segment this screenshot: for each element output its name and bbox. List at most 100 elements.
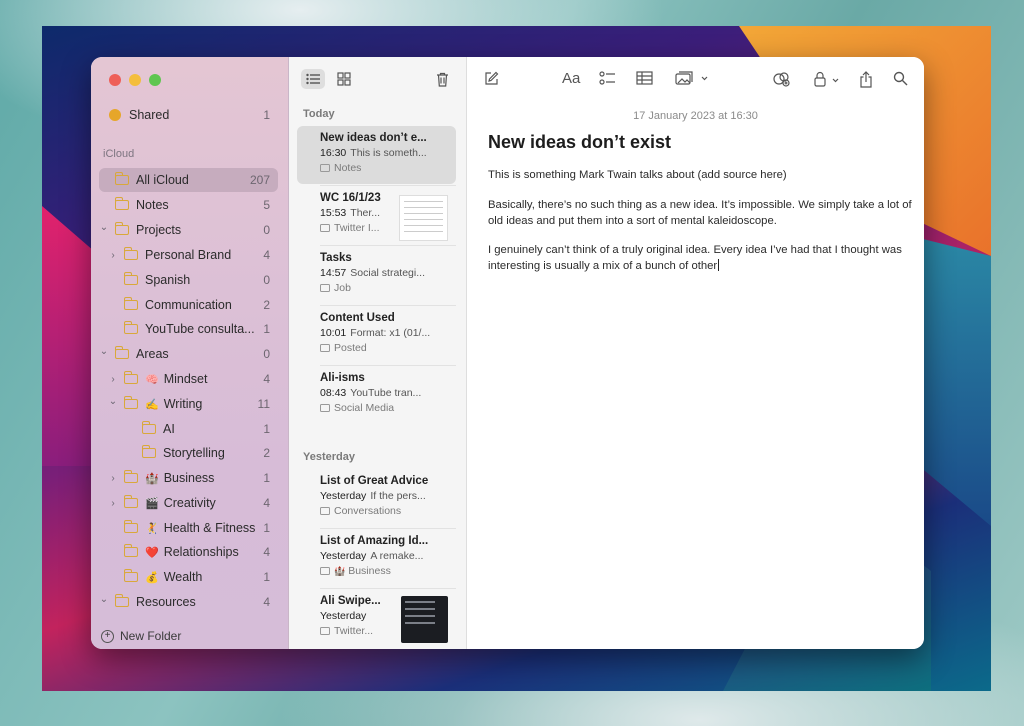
sidebar-item-personal-brand[interactable]: › Personal Brand 4 [99,243,278,267]
zoom-button[interactable] [149,74,161,86]
shared-icon [109,109,121,121]
media-button[interactable] [675,71,709,89]
note-item-time: Yesterday [320,550,367,562]
sidebar-item-health-fitness[interactable]: 🤾 Health & Fitness 1 [99,516,278,540]
folder-emoji-icon: 💰 [145,571,159,584]
note-item-subtitle: 16:30 This is someth... [320,147,456,159]
sidebar-item-projects[interactable]: ⌄ Projects 0 [99,218,278,242]
note-item-subtitle: Yesterday A remake... [320,550,456,562]
note-item-title: New ideas don’t e... [320,132,427,144]
new-folder-button[interactable]: + New Folder [101,629,181,643]
note-item-title: List of Amazing Id... [320,535,429,547]
format-button[interactable]: Aa [562,70,580,87]
sidebar-item-ai[interactable]: AI 1 [99,417,278,441]
note-item-folder-name: Twitter I... [334,222,380,234]
note-list-item[interactable]: Ali-isms 08:43 YouTube tran... Social Media [297,366,456,424]
note-item-title: Content Used [320,312,395,324]
table-button[interactable] [636,71,653,88]
note-title[interactable]: New ideas don’t exist [488,132,671,153]
sidebar-item-notes[interactable]: Notes 5 [99,193,278,217]
sidebar-item-label: Relationships [163,545,239,559]
share-icon [860,71,872,88]
sidebar-item-count: 1 [263,108,270,122]
sidebar-item-count: 4 [263,248,270,262]
note-item-time: Yesterday [320,610,367,622]
note-item-subtitle: 10:01 Format: x1 (01/... [320,327,456,339]
sidebar-item-label: Writing [163,397,203,411]
sidebar-item-label: Mindset [163,372,208,386]
note-item-folder-name: Twitter... [334,625,374,637]
note-item-snippet: If the pers... [370,490,426,502]
note-item-time: Yesterday [320,490,367,502]
gallery-view-button[interactable] [332,69,356,89]
sidebar-item-relationships[interactable]: ❤️ Relationships 4 [99,540,278,564]
checklist-icon [599,71,615,85]
chevron-down-icon[interactable]: ⌄ [108,396,118,407]
sidebar-item-business[interactable]: › 🏰 Business 1 [99,466,278,490]
sidebar-item-communication[interactable]: Communication 2 [99,293,278,317]
sidebar-item-count: 11 [257,397,270,411]
sidebar-item-youtube-consulta[interactable]: YouTube consulta... 1 [99,317,278,341]
collaborate-button[interactable] [773,71,791,90]
note-item-folder: Job [320,282,456,294]
sidebar-item-shared[interactable]: Shared 1 [99,103,278,127]
note-item-subtitle: 14:57 Social strategi... [320,267,456,279]
lock-button[interactable] [813,71,843,90]
note-paragraph-1[interactable]: This is something Mark Twain talks about… [488,167,913,183]
folder-emoji-icon: 🧠 [145,373,159,386]
note-list-item[interactable]: WC 16/1/23 15:53 Ther... Twitter I... [297,186,456,244]
note-paragraph-2[interactable]: Basically, there’s no such thing as a ne… [488,197,913,229]
notes-list: Today Yesterday New ideas don’t e... 16:3… [289,57,467,649]
chevron-down-icon[interactable]: ⌄ [99,222,109,233]
sidebar-item-all-icloud[interactable]: All iCloud 207 [99,168,278,192]
folder-icon [320,507,330,515]
sidebar-item-count: 4 [263,545,270,559]
search-button[interactable] [893,71,908,89]
note-item-time: 16:30 [320,147,347,159]
chevron-right-icon[interactable]: › [108,473,118,484]
checklist-button[interactable] [599,71,616,89]
sidebar-item-count: 0 [263,273,270,287]
note-list-item[interactable]: Ali Swipe... Yesterday Twitter... [297,589,456,647]
sidebar-item-spanish[interactable]: Spanish 0 [99,268,278,292]
list-view-button[interactable] [301,69,325,89]
sidebar-item-wealth[interactable]: 💰 Wealth 1 [99,565,278,589]
sidebar-item-mindset[interactable]: › 🧠 Mindset 4 [99,367,278,391]
minimize-button[interactable] [129,74,141,86]
note-thumbnail [401,596,448,643]
sidebar-item-creativity[interactable]: › 🎬 Creativity 4 [99,491,278,515]
sidebar-item-writing[interactable]: ⌄ ✍️ Writing 11 [99,392,278,416]
sidebar: Shared 1 iCloud All iCloud 207 Notes 5 ⌄ Proj… [91,57,289,649]
chevron-right-icon[interactable]: › [108,250,118,261]
sidebar-item-areas[interactable]: ⌄ Areas 0 [99,342,278,366]
sidebar-item-resources[interactable]: ⌄ Resources 4 [99,590,278,614]
close-button[interactable] [109,74,121,86]
note-item-folder: Twitter I... [320,222,395,234]
note-list-item[interactable]: List of Great Advice Yesterday If the pers… [297,469,456,527]
chevron-down-icon[interactable]: ⌄ [99,594,109,605]
sidebar-item-label: Resources [136,595,196,609]
sidebar-item-label: AI [163,422,175,436]
note-list-item[interactable]: Tasks 14:57 Social strategi... Job [297,246,456,304]
photo-chevron-icon [675,71,708,85]
note-list-item[interactable]: Content Used 10:01 Format: x1 (01/... Poste… [297,306,456,364]
folder-icon [123,297,138,310]
chevron-right-icon[interactable]: › [108,498,118,509]
note-paragraph-3[interactable]: I genuinely can’t think of a truly origi… [488,242,913,274]
delete-button[interactable] [430,69,454,89]
chevron-down-icon[interactable]: ⌄ [99,346,109,357]
note-list-item[interactable]: List of Amazing Id... Yesterday A remake..… [297,529,456,587]
sidebar-item-label: Communication [145,298,232,312]
note-item-folder: Notes [320,162,456,174]
chevron-right-icon[interactable]: › [108,374,118,385]
folder-emoji-icon: 🎬 [145,497,159,510]
compose-button[interactable] [484,71,499,89]
note-item-folder-name: Notes [334,162,362,174]
share-button[interactable] [859,71,873,91]
list-view-icon [306,73,320,85]
plus-circle-icon: + [101,629,114,643]
note-list-item[interactable]: New ideas don’t e... 16:30 This is someth.… [297,126,456,184]
sidebar-item-count: 4 [263,372,270,386]
note-item-subtitle: 15:53 Ther... [320,207,395,219]
sidebar-item-storytelling[interactable]: Storytelling 2 [99,441,278,465]
